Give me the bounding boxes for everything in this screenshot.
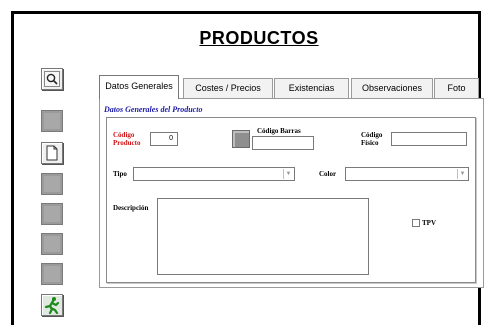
image-button[interactable] (232, 130, 250, 148)
toolbar-button-2[interactable] (41, 110, 63, 132)
codigo-fisico-label: Código Físico (361, 131, 382, 147)
tab-observaciones[interactable]: Observaciones (351, 78, 433, 98)
blank-icon (44, 206, 60, 222)
codigo-fisico-label-line1: Código (361, 131, 383, 139)
codigo-barras-label: Código Barras (257, 127, 301, 135)
productos-window: PRODUCTOS Datos Generales Costes / Preci… (11, 11, 484, 325)
toolbar-button-6[interactable] (41, 233, 63, 255)
tab-costes-precios[interactable]: Costes / Precios (183, 78, 273, 98)
codigo-producto-label-line2: Producto (113, 139, 141, 147)
blank-icon (44, 176, 60, 192)
color-label: Color (319, 170, 337, 178)
codigo-producto-label: Código Producto (113, 131, 140, 147)
descripcion-label: Descripción (113, 204, 149, 212)
chevron-down-icon[interactable]: ▼ (283, 169, 293, 179)
codigo-producto-field[interactable]: 0 (150, 132, 178, 146)
toolbar-button-5[interactable] (41, 203, 63, 225)
tpv-label: TPV (422, 219, 436, 227)
blank-icon (44, 113, 60, 129)
exit-button[interactable] (41, 294, 63, 316)
codigo-fisico-label-line2: Físico (361, 139, 379, 147)
codigo-fisico-field[interactable] (391, 132, 467, 146)
codigo-barras-field[interactable] (252, 136, 314, 150)
blank-icon (44, 236, 60, 252)
tipo-select[interactable]: ▼ (133, 167, 295, 181)
new-document-icon (46, 145, 58, 161)
tab-existencias[interactable]: Existencias (274, 78, 349, 98)
tpv-checkbox[interactable] (412, 219, 420, 227)
section-title: Datos Generales del Producto (104, 105, 203, 114)
product-fields-group: Código Producto 0 Código Barras Código F… (106, 117, 476, 283)
codigo-producto-label-line1: Código (113, 131, 135, 139)
blank-icon (44, 266, 60, 282)
new-button[interactable] (41, 142, 63, 164)
magnifier-icon (44, 71, 60, 87)
descripcion-textarea[interactable] (157, 198, 369, 275)
color-select[interactable]: ▼ (345, 167, 469, 181)
tab-foto[interactable]: Foto (434, 78, 479, 98)
tab-datos-generales[interactable]: Datos Generales (99, 75, 179, 99)
page-title: PRODUCTOS (199, 28, 319, 48)
running-man-icon (44, 297, 60, 314)
tab-panel-datos-generales: Datos Generales del Producto Código Prod… (99, 98, 484, 288)
tipo-label: Tipo (113, 170, 127, 178)
toolbar-button-7[interactable] (41, 263, 63, 285)
search-button[interactable] (41, 68, 63, 90)
chevron-down-icon[interactable]: ▼ (457, 169, 467, 179)
toolbar-button-4[interactable] (41, 173, 63, 195)
